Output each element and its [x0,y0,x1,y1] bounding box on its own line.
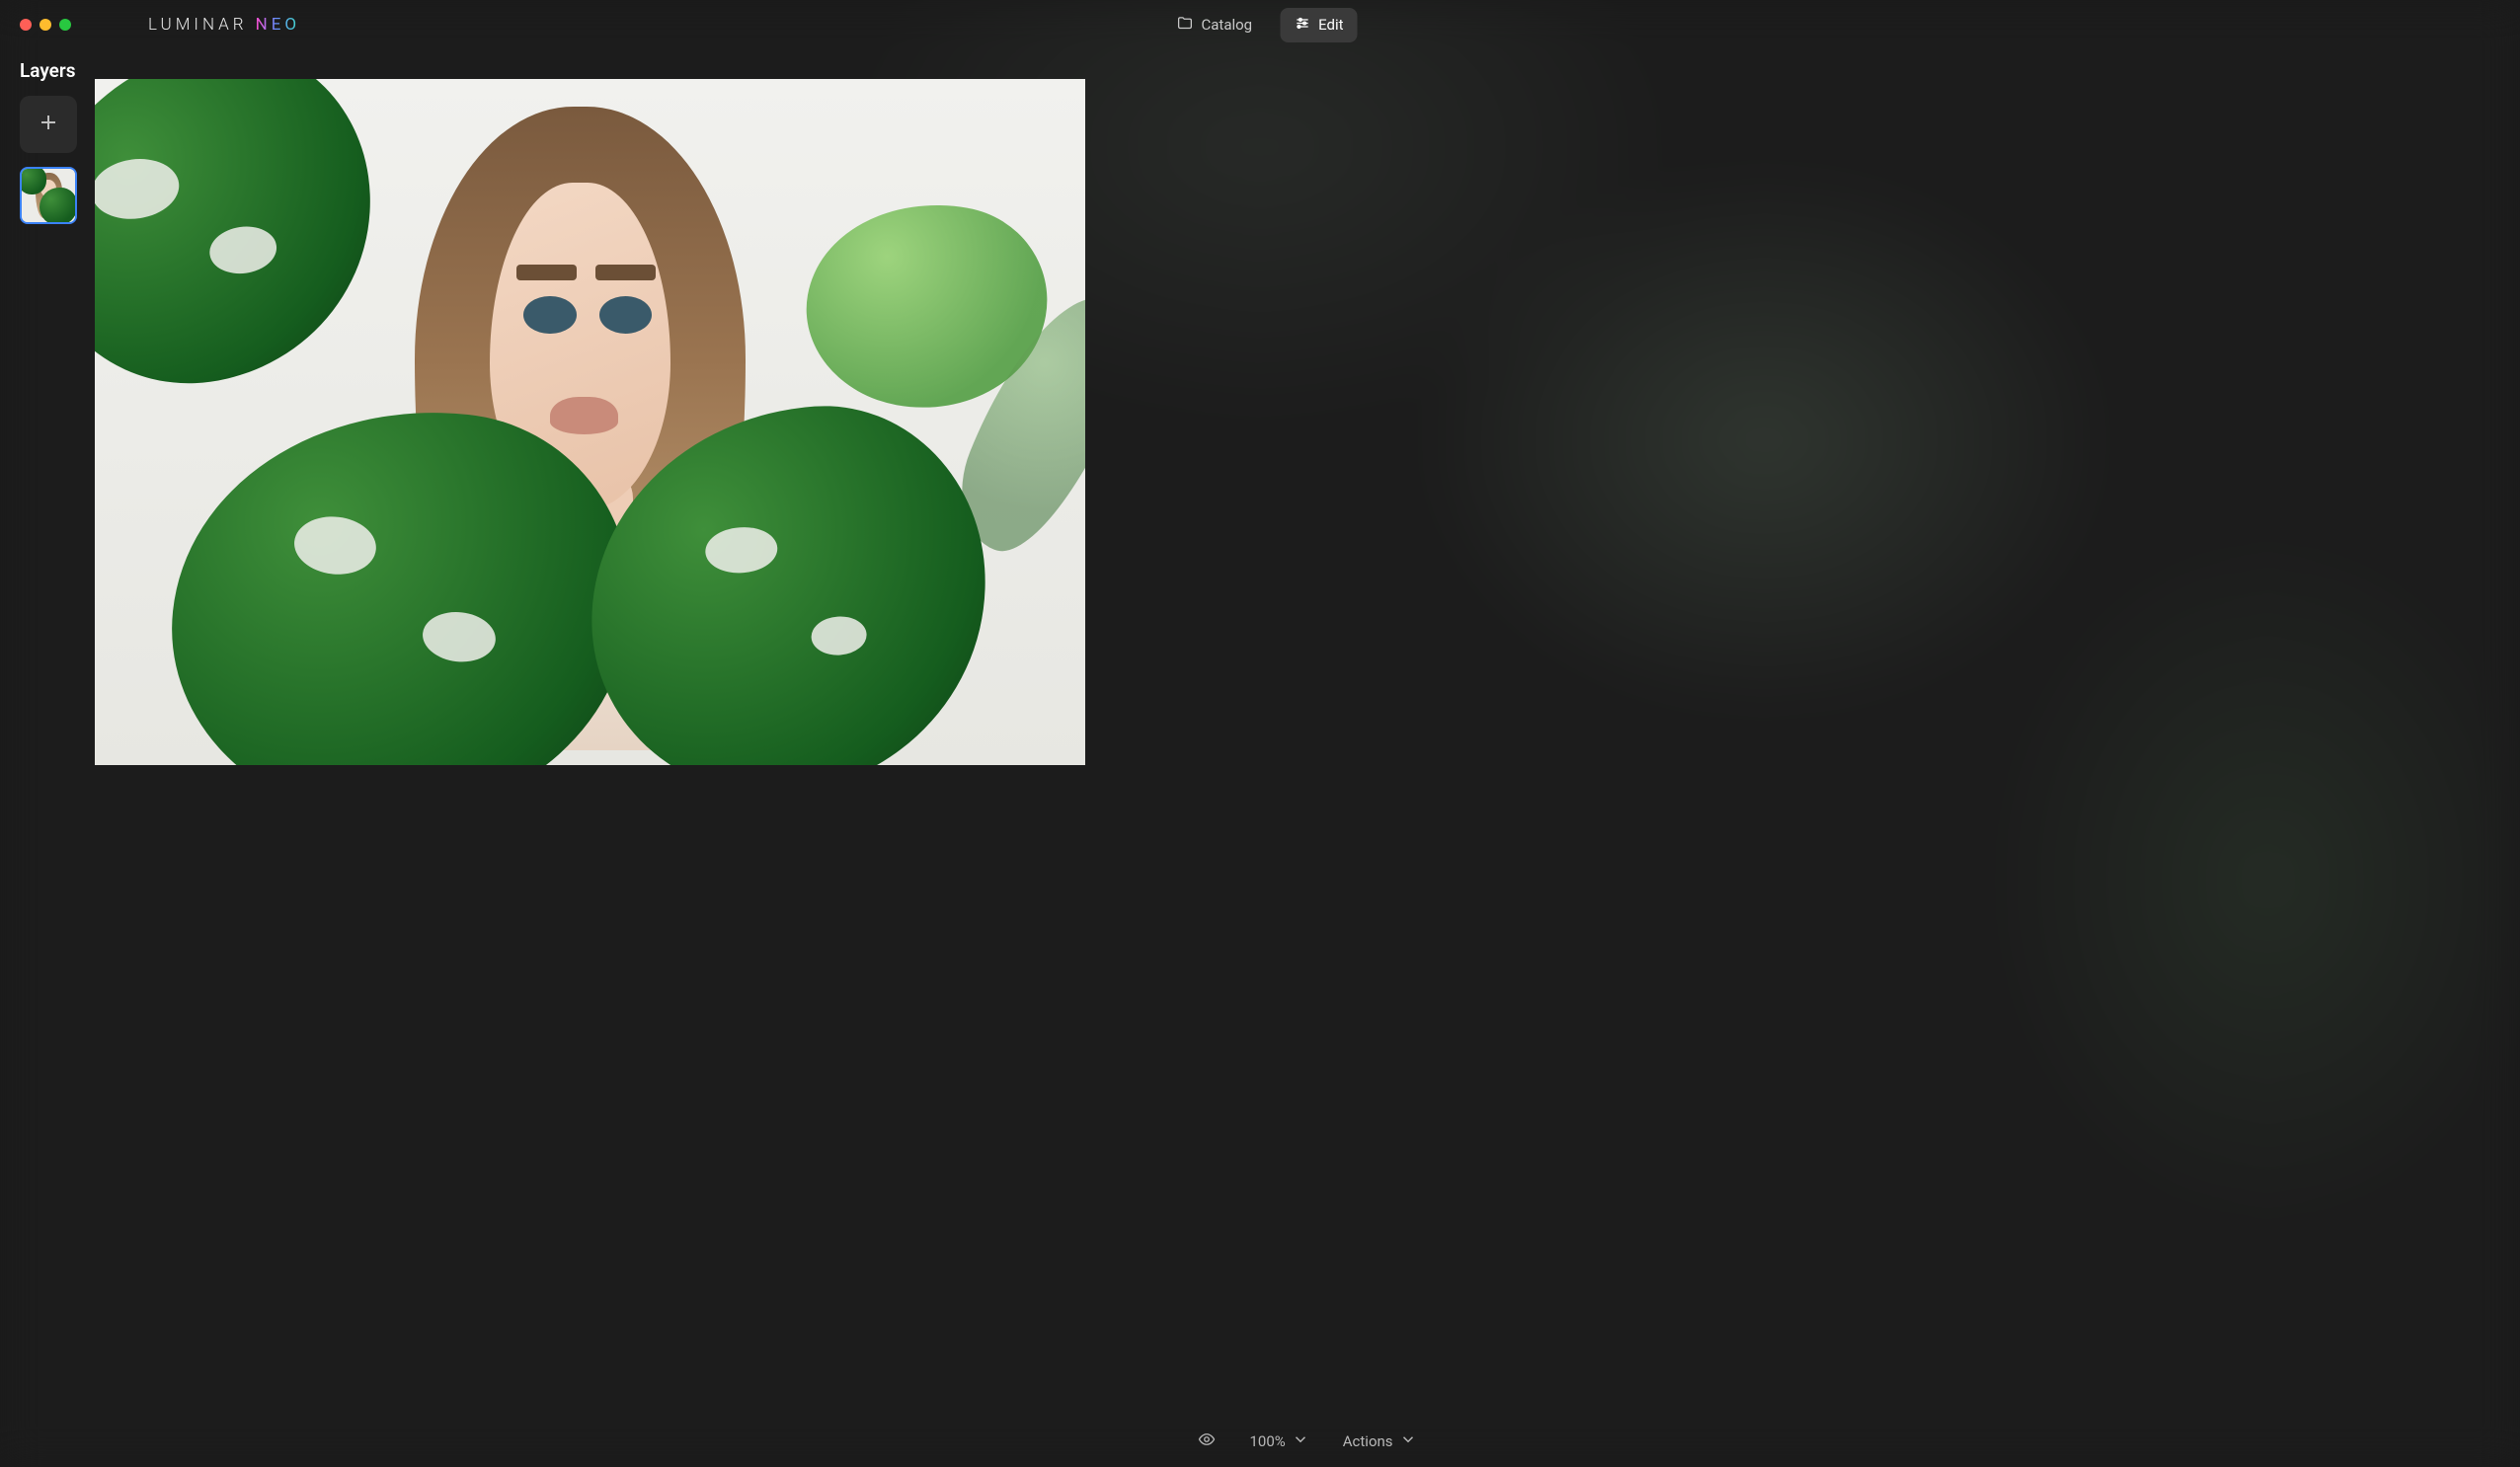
layer-thumbnail-image [22,169,75,222]
logo-text-neo: NEO [256,15,301,35]
window-controls [20,19,71,31]
chevron-down-icon [1292,1430,1309,1452]
folder-icon [1176,15,1193,36]
app-logo: LUMINAR NEO [148,15,300,35]
titlebar: LUMINAR NEO Catalog [0,0,2520,49]
sliders-icon [1294,15,1310,36]
window-zoom-button[interactable] [59,19,71,31]
layers-panel: Layers [0,49,95,1467]
zoom-dropdown[interactable]: 100% [1249,1430,1308,1452]
actions-label: Actions [1343,1432,1393,1450]
zoom-value: 100% [1249,1432,1285,1450]
catalog-mode-button[interactable]: Catalog [1162,8,1266,42]
add-layer-button[interactable] [20,96,77,153]
canvas-footer: 100% Actions [95,1416,2520,1467]
logo-text-main: LUMINAR [148,15,248,35]
image-canvas[interactable] [95,79,1085,765]
chevron-down-icon [1399,1430,1417,1452]
edit-mode-label: Edit [1318,16,1343,34]
window-minimize-button[interactable] [39,19,51,31]
edit-mode-button[interactable]: Edit [1280,8,1357,42]
preview-toggle-button[interactable] [1198,1430,1216,1452]
catalog-mode-label: Catalog [1201,16,1252,34]
layer-thumbnail-1[interactable] [20,167,77,224]
actions-dropdown[interactable]: Actions [1343,1430,1417,1452]
eye-icon [1198,1430,1216,1452]
layers-title: Layers [20,59,75,82]
window-close-button[interactable] [20,19,32,31]
mode-switch: Catalog Edit [1162,8,1357,42]
plus-icon [37,111,60,138]
